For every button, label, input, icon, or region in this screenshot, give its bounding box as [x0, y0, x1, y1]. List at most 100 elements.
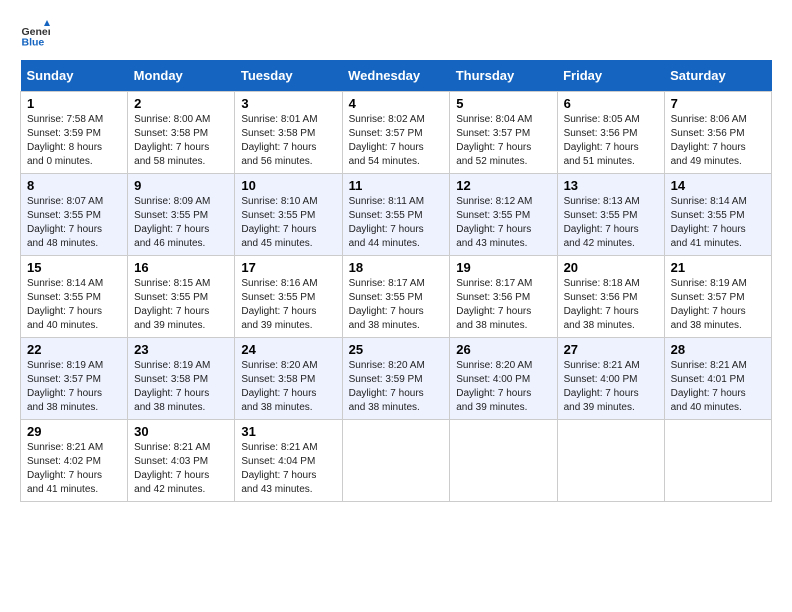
- day-detail: Sunrise: 8:20 AM Sunset: 3:59 PM Dayligh…: [349, 359, 444, 415]
- day-detail: Sunrise: 8:14 AM Sunset: 3:55 PM Dayligh…: [27, 277, 121, 333]
- calendar-cell: 23Sunrise: 8:19 AM Sunset: 3:58 PM Dayli…: [128, 338, 235, 420]
- calendar-cell: [342, 420, 450, 502]
- calendar-cell: 10Sunrise: 8:10 AM Sunset: 3:55 PM Dayli…: [235, 174, 342, 256]
- day-number: 24: [241, 342, 335, 357]
- day-detail: Sunrise: 8:15 AM Sunset: 3:55 PM Dayligh…: [134, 277, 228, 333]
- day-detail: Sunrise: 8:21 AM Sunset: 4:00 PM Dayligh…: [564, 359, 658, 415]
- day-number: 26: [456, 342, 550, 357]
- calendar-row: 15 Sunrise: 8:14 AM Sunset: 3:55 PM Dayli…: [21, 256, 772, 338]
- day-detail: Sunrise: 8:14 AM Sunset: 3:55 PM Dayligh…: [671, 195, 765, 251]
- calendar-table: SundayMondayTuesdayWednesdayThursdayFrid…: [20, 60, 772, 502]
- day-number: 11: [349, 178, 444, 193]
- calendar-cell: 14Sunrise: 8:14 AM Sunset: 3:55 PM Dayli…: [664, 174, 771, 256]
- logo: General Blue: [20, 20, 54, 50]
- day-detail: Sunrise: 8:01 AM Sunset: 3:58 PM Dayligh…: [241, 113, 335, 169]
- calendar-cell: 13Sunrise: 8:13 AM Sunset: 3:55 PM Dayli…: [557, 174, 664, 256]
- day-number: 7: [671, 96, 765, 111]
- calendar-cell: 31Sunrise: 8:21 AM Sunset: 4:04 PM Dayli…: [235, 420, 342, 502]
- day-number: 30: [134, 424, 228, 439]
- day-detail: Sunrise: 8:19 AM Sunset: 3:57 PM Dayligh…: [671, 277, 765, 333]
- day-number: 8: [27, 178, 121, 193]
- day-number: 18: [349, 260, 444, 275]
- calendar-cell: 2 Sunrise: 8:00 AM Sunset: 3:58 PM Daylig…: [128, 92, 235, 174]
- day-detail: Sunrise: 8:21 AM Sunset: 4:02 PM Dayligh…: [27, 441, 121, 497]
- day-detail: Sunrise: 8:21 AM Sunset: 4:03 PM Dayligh…: [134, 441, 228, 497]
- calendar-cell: 25 Sunrise: 8:20 AM Sunset: 3:59 PM Dayli…: [342, 338, 450, 420]
- day-detail: Sunrise: 8:12 AM Sunset: 3:55 PM Dayligh…: [456, 195, 550, 251]
- day-detail: Sunrise: 8:07 AM Sunset: 3:55 PM Dayligh…: [27, 195, 121, 251]
- col-header-monday: Monday: [128, 60, 235, 92]
- day-number: 22: [27, 342, 121, 357]
- day-number: 6: [564, 96, 658, 111]
- calendar-cell: [664, 420, 771, 502]
- day-number: 9: [134, 178, 228, 193]
- day-number: 5: [456, 96, 550, 111]
- day-number: 29: [27, 424, 121, 439]
- day-detail: Sunrise: 8:19 AM Sunset: 3:57 PM Dayligh…: [27, 359, 121, 415]
- calendar-cell: 26 Sunrise: 8:20 AM Sunset: 4:00 PM Dayli…: [450, 338, 557, 420]
- day-detail: Sunrise: 8:06 AM Sunset: 3:56 PM Dayligh…: [671, 113, 765, 169]
- calendar-cell: 3 Sunrise: 8:01 AM Sunset: 3:58 PM Daylig…: [235, 92, 342, 174]
- day-number: 23: [134, 342, 228, 357]
- col-header-tuesday: Tuesday: [235, 60, 342, 92]
- calendar-cell: 30 Sunrise: 8:21 AM Sunset: 4:03 PM Dayli…: [128, 420, 235, 502]
- day-number: 25: [349, 342, 444, 357]
- calendar-cell: 11 Sunrise: 8:11 AM Sunset: 3:55 PM Dayli…: [342, 174, 450, 256]
- col-header-saturday: Saturday: [664, 60, 771, 92]
- col-header-wednesday: Wednesday: [342, 60, 450, 92]
- calendar-row: 8 Sunrise: 8:07 AM Sunset: 3:55 PM Daylig…: [21, 174, 772, 256]
- day-number: 17: [241, 260, 335, 275]
- calendar-cell: 12 Sunrise: 8:12 AM Sunset: 3:55 PM Dayli…: [450, 174, 557, 256]
- day-number: 20: [564, 260, 658, 275]
- calendar-cell: 22 Sunrise: 8:19 AM Sunset: 3:57 PM Dayli…: [21, 338, 128, 420]
- day-detail: Sunrise: 8:04 AM Sunset: 3:57 PM Dayligh…: [456, 113, 550, 169]
- day-detail: Sunrise: 8:00 AM Sunset: 3:58 PM Dayligh…: [134, 113, 228, 169]
- calendar-cell: 20 Sunrise: 8:18 AM Sunset: 3:56 PM Dayli…: [557, 256, 664, 338]
- calendar-cell: 17 Sunrise: 8:16 AM Sunset: 3:55 PM Dayli…: [235, 256, 342, 338]
- calendar-cell: 8 Sunrise: 8:07 AM Sunset: 3:55 PM Daylig…: [21, 174, 128, 256]
- day-number: 12: [456, 178, 550, 193]
- calendar-cell: [557, 420, 664, 502]
- day-number: 16: [134, 260, 228, 275]
- day-detail: Sunrise: 8:18 AM Sunset: 3:56 PM Dayligh…: [564, 277, 658, 333]
- day-detail: Sunrise: 8:05 AM Sunset: 3:56 PM Dayligh…: [564, 113, 658, 169]
- day-number: 15: [27, 260, 121, 275]
- day-detail: Sunrise: 8:21 AM Sunset: 4:01 PM Dayligh…: [671, 359, 765, 415]
- day-detail: Sunrise: 7:58 AM Sunset: 3:59 PM Dayligh…: [27, 113, 121, 169]
- calendar-cell: 1Sunrise: 7:58 AM Sunset: 3:59 PM Daylig…: [21, 92, 128, 174]
- logo-icon: General Blue: [20, 20, 50, 50]
- day-number: 2: [134, 96, 228, 111]
- day-number: 3: [241, 96, 335, 111]
- day-number: 27: [564, 342, 658, 357]
- day-number: 21: [671, 260, 765, 275]
- day-number: 19: [456, 260, 550, 275]
- day-detail: Sunrise: 8:16 AM Sunset: 3:55 PM Dayligh…: [241, 277, 335, 333]
- page-header: General Blue: [20, 20, 772, 50]
- day-detail: Sunrise: 8:11 AM Sunset: 3:55 PM Dayligh…: [349, 195, 444, 251]
- calendar-cell: 7 Sunrise: 8:06 AM Sunset: 3:56 PM Daylig…: [664, 92, 771, 174]
- calendar-cell: 9Sunrise: 8:09 AM Sunset: 3:55 PM Daylig…: [128, 174, 235, 256]
- day-number: 4: [349, 96, 444, 111]
- calendar-cell: 19 Sunrise: 8:17 AM Sunset: 3:56 PM Dayli…: [450, 256, 557, 338]
- calendar-row: 29 Sunrise: 8:21 AM Sunset: 4:02 PM Dayli…: [21, 420, 772, 502]
- calendar-cell: 15 Sunrise: 8:14 AM Sunset: 3:55 PM Dayli…: [21, 256, 128, 338]
- day-detail: Sunrise: 8:20 AM Sunset: 4:00 PM Dayligh…: [456, 359, 550, 415]
- calendar-cell: 28 Sunrise: 8:21 AM Sunset: 4:01 PM Dayli…: [664, 338, 771, 420]
- calendar-cell: 24 Sunrise: 8:20 AM Sunset: 3:58 PM Dayli…: [235, 338, 342, 420]
- day-number: 31: [241, 424, 335, 439]
- day-detail: Sunrise: 8:02 AM Sunset: 3:57 PM Dayligh…: [349, 113, 444, 169]
- col-header-sunday: Sunday: [21, 60, 128, 92]
- calendar-cell: 21 Sunrise: 8:19 AM Sunset: 3:57 PM Dayli…: [664, 256, 771, 338]
- day-detail: Sunrise: 8:20 AM Sunset: 3:58 PM Dayligh…: [241, 359, 335, 415]
- calendar-row: 1Sunrise: 7:58 AM Sunset: 3:59 PM Daylig…: [21, 92, 772, 174]
- calendar-cell: 5 Sunrise: 8:04 AM Sunset: 3:57 PM Daylig…: [450, 92, 557, 174]
- calendar-cell: 18 Sunrise: 8:17 AM Sunset: 3:55 PM Dayli…: [342, 256, 450, 338]
- calendar-cell: 4 Sunrise: 8:02 AM Sunset: 3:57 PM Daylig…: [342, 92, 450, 174]
- calendar-row: 22 Sunrise: 8:19 AM Sunset: 3:57 PM Dayli…: [21, 338, 772, 420]
- calendar-cell: 6 Sunrise: 8:05 AM Sunset: 3:56 PM Daylig…: [557, 92, 664, 174]
- day-detail: Sunrise: 8:17 AM Sunset: 3:56 PM Dayligh…: [456, 277, 550, 333]
- day-detail: Sunrise: 8:17 AM Sunset: 3:55 PM Dayligh…: [349, 277, 444, 333]
- day-number: 28: [671, 342, 765, 357]
- day-number: 10: [241, 178, 335, 193]
- calendar-cell: 27 Sunrise: 8:21 AM Sunset: 4:00 PM Dayli…: [557, 338, 664, 420]
